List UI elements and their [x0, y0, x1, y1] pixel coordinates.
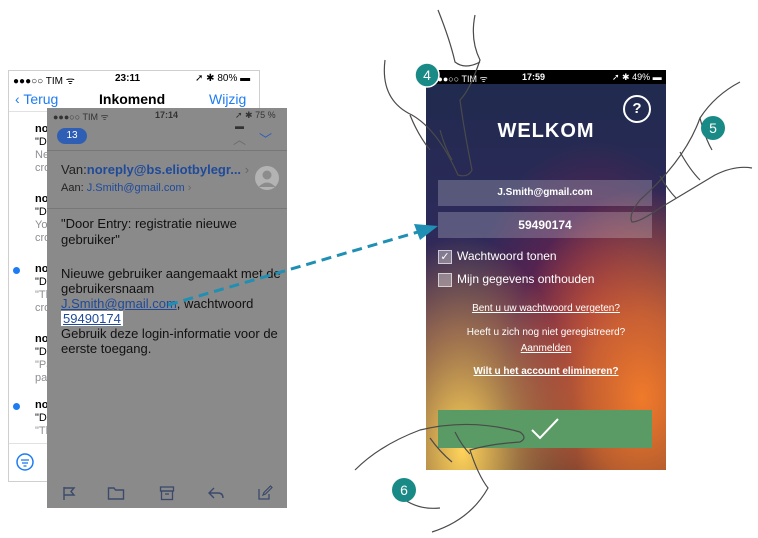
email-header: Van:noreply@bs.eliotbylegr... › Aan: J.S…: [47, 152, 287, 209]
unread-count: 13: [66, 130, 78, 141]
status-bar: ●●●○○ TIM ᯤ 23:11 ➚ ✱ 80% ▬: [9, 71, 259, 87]
clock-text: 23:11: [115, 73, 141, 84]
battery-text: ➚ ✱ 49% ▬: [612, 72, 662, 82]
to-address: J.Smith@gmail.com: [86, 182, 185, 194]
compose-icon[interactable]: [257, 485, 273, 501]
carrier-text: ●●●○○ TIM ᯤ: [432, 74, 488, 84]
body-text: , wachtwoord: [176, 296, 254, 311]
submit-button[interactable]: [438, 410, 652, 448]
forgot-password-link[interactable]: Bent u uw wachtwoord vergeten?: [426, 303, 666, 314]
email-field[interactable]: J.Smith@gmail.com: [438, 180, 652, 206]
help-button[interactable]: ?: [623, 95, 651, 123]
carrier-text: ●●●○○ TIM ᯤ: [53, 112, 109, 122]
from-address: noreply@bs.eliotbylegr...: [86, 162, 242, 177]
remember-me-checkbox[interactable]: Mijn gegevens onthouden: [438, 271, 638, 289]
battery-text: ➚ ✱ 80% ▬: [195, 73, 251, 84]
to-label: Aan:: [61, 182, 84, 194]
back-badge-button[interactable]: 13: [57, 128, 87, 144]
mailbox-title: Inkomend: [99, 91, 166, 107]
register-link[interactable]: Aanmelden: [426, 343, 666, 354]
body-text: Nieuwe gebruiker aangemaakt met de gebru…: [61, 266, 281, 296]
svg-text:6: 6: [400, 482, 408, 498]
checkbox-empty-icon: [438, 273, 452, 287]
show-password-checkbox[interactable]: ✓ Wachtwoord tonen: [438, 248, 638, 266]
carrier-text: ●●●○○ TIM ᯤ: [13, 76, 75, 87]
from-label: Van:: [61, 162, 87, 177]
nav-bar: 13 ︿ ﹀: [47, 124, 287, 151]
checkbox-label: Mijn gegevens onthouden: [457, 272, 595, 286]
username-link[interactable]: J.Smith@gmail.com: [61, 296, 177, 311]
email-body: Nieuwe gebruiker aangemaakt met de gebru…: [61, 266, 281, 356]
checkbox-label: Wachtwoord tonen: [457, 249, 557, 263]
clock-text: 17:59: [522, 72, 546, 82]
step-badge-6: 6: [392, 478, 416, 502]
password-text[interactable]: 59490174: [61, 311, 123, 326]
email-detail-screen: ●●●○○ TIM ᯤ 17:14 ➚ ✱ 75 % ▬ 13 ︿ ﹀ Van:…: [47, 108, 287, 508]
status-bar: ●●●○○ TIM ᯤ 17:59 ➚ ✱ 49% ▬: [426, 70, 666, 84]
back-button[interactable]: ‹ Terug: [15, 91, 58, 107]
chevron-up-icon[interactable]: ︿: [233, 129, 246, 148]
step-badge-5: 5: [701, 116, 725, 140]
delete-account-link[interactable]: Wilt u het account elimineren?: [426, 366, 666, 377]
flag-icon[interactable]: [61, 485, 77, 501]
email-toolbar: [47, 478, 287, 508]
reply-icon[interactable]: [207, 485, 225, 501]
login-screen: ●●●○○ TIM ᯤ 17:59 ➚ ✱ 49% ▬ ? WELKOM J.S…: [426, 70, 666, 470]
page-title: WELKOM: [497, 120, 595, 142]
checkmark-icon: ✓: [438, 250, 452, 264]
folder-icon[interactable]: [107, 485, 125, 501]
email-subject: "Door Entry: registratie nieuwe gebruike…: [61, 216, 237, 247]
to-line[interactable]: Aan: J.Smith@gmail.com ›: [61, 182, 191, 194]
password-field[interactable]: 59490174: [438, 212, 652, 238]
status-bar: ●●●○○ TIM ᯤ 17:14 ➚ ✱ 75 % ▬: [47, 108, 287, 131]
svg-text:5: 5: [709, 120, 717, 136]
back-label: Terug: [23, 91, 59, 107]
unread-dot-icon: [13, 267, 20, 274]
archive-icon[interactable]: [159, 485, 175, 501]
avatar: [255, 166, 279, 190]
edit-button[interactable]: Wijzig: [209, 91, 246, 107]
filter-icon[interactable]: [15, 452, 35, 472]
unread-dot-icon: [13, 403, 20, 410]
chevron-down-icon[interactable]: ﹀: [259, 129, 272, 148]
not-registered-text: Heeft u zich nog niet geregistreerd?: [466, 327, 626, 338]
from-line[interactable]: Van:noreply@bs.eliotbylegr... ›: [61, 162, 249, 177]
checkmark-icon: [531, 418, 559, 440]
clock-text: 17:14: [155, 110, 179, 120]
body-text: Gebruik deze login-informatie voor de ee…: [61, 326, 278, 356]
